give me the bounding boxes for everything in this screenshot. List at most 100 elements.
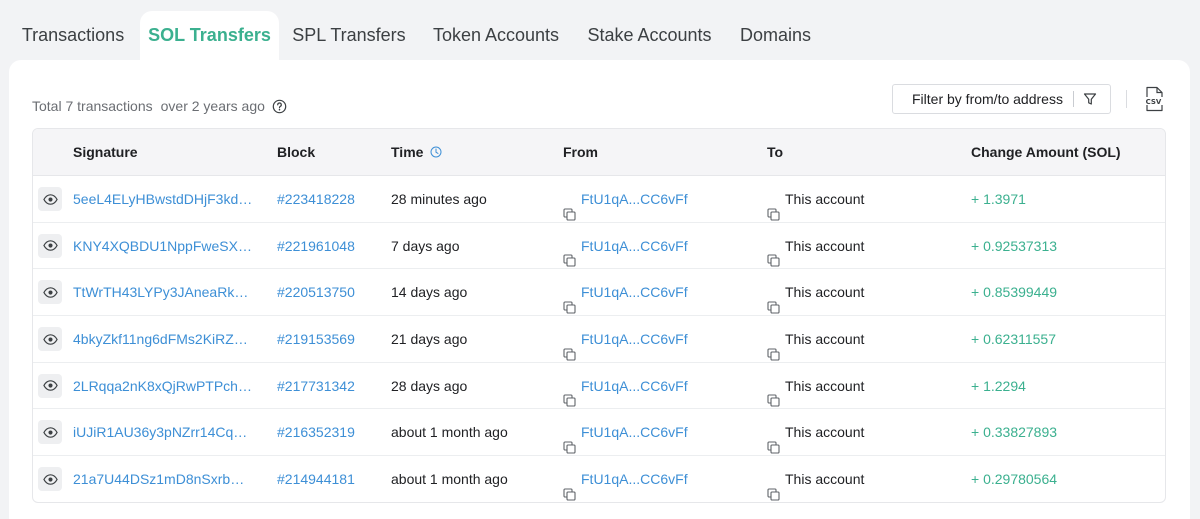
sol-transfers-panel: Total 7 transactions over 2 years ago Fi…: [9, 60, 1190, 519]
from-address: FtU1qA...CC6vFf: [563, 456, 688, 502]
time-value: 14 days ago: [391, 284, 468, 301]
csv-file-icon: CSV: [1140, 86, 1168, 116]
change-amount: + 0.92537313: [971, 237, 1058, 254]
eye-icon[interactable]: [38, 233, 62, 258]
tab-sol-transfers[interactable]: SOL Transfers: [140, 11, 279, 60]
to-address: This account: [767, 409, 864, 455]
time-value: 7 days ago: [391, 237, 460, 254]
copy-icon[interactable]: [563, 333, 576, 361]
copy-icon[interactable]: [767, 473, 780, 501]
header-block: Block: [277, 144, 316, 160]
copy-icon[interactable]: [563, 473, 576, 501]
header-to: To: [767, 144, 784, 160]
block-link[interactable]: #220513750: [277, 269, 355, 315]
header-from: From: [563, 144, 598, 160]
block-link[interactable]: #217731342: [277, 363, 355, 409]
to-label: This account: [785, 191, 865, 207]
eye-icon[interactable]: [38, 280, 62, 305]
address-filter-input[interactable]: Filter by from/to address: [892, 84, 1111, 114]
copy-icon[interactable]: [563, 379, 576, 407]
time-value: 21 days ago: [391, 331, 468, 348]
eye-icon[interactable]: [38, 327, 62, 352]
from-address-link[interactable]: FtU1qA...CC6vFf: [581, 363, 688, 409]
block-link[interactable]: #219153569: [277, 316, 355, 362]
copy-icon[interactable]: [767, 426, 780, 454]
tab-domains[interactable]: Domains: [728, 11, 823, 60]
filter-placeholder: Filter by from/to address: [912, 91, 1063, 107]
table-row: 4bkyZkf11ng6dFMs2KiRZeY... #219153569 21…: [33, 316, 1165, 363]
block-link[interactable]: #216352319: [277, 409, 355, 455]
from-address-link[interactable]: FtU1qA...CC6vFf: [581, 223, 688, 269]
sol-transfers-table: Signature Block Time From To Change Amou…: [32, 128, 1166, 503]
to-address: This account: [767, 316, 864, 362]
copy-icon[interactable]: [767, 379, 780, 407]
to-address: This account: [767, 223, 864, 269]
signature-link[interactable]: 5eeL4ELyHBwstdDHjF3kdYq...: [73, 176, 253, 222]
time-value: about 1 month ago: [391, 471, 508, 488]
funnel-icon[interactable]: [1083, 92, 1097, 106]
from-address: FtU1qA...CC6vFf: [563, 363, 688, 409]
from-address-link[interactable]: FtU1qA...CC6vFf: [581, 409, 688, 455]
eye-icon[interactable]: [38, 373, 62, 398]
table-row: 5eeL4ELyHBwstdDHjF3kdYq... #223418228 28…: [33, 176, 1165, 223]
header-time[interactable]: Time: [391, 129, 442, 176]
time-value: 28 days ago: [391, 377, 468, 394]
from-address-link[interactable]: FtU1qA...CC6vFf: [581, 456, 688, 502]
eye-icon[interactable]: [38, 420, 62, 445]
eye-icon[interactable]: [38, 187, 62, 211]
to-label: This account: [785, 284, 865, 301]
to-label: This account: [785, 471, 865, 488]
time-value: 28 minutes ago: [391, 191, 487, 207]
from-address: FtU1qA...CC6vFf: [563, 409, 688, 455]
change-amount: + 1.3971: [971, 191, 1026, 207]
table-row: KNY4XQBDU1NppFweSXYR... #221961048 7 day…: [33, 223, 1165, 270]
transaction-summary: Total 7 transactions over 2 years ago: [32, 98, 287, 114]
help-circle-icon[interactable]: [272, 99, 287, 114]
copy-icon[interactable]: [767, 239, 780, 267]
signature-link[interactable]: KNY4XQBDU1NppFweSXYR...: [73, 223, 253, 269]
to-address: This account: [767, 363, 864, 409]
tab-transactions[interactable]: Transactions: [10, 11, 136, 60]
signature-link[interactable]: 21a7U44DSz1mD8nSxrbCQv...: [73, 456, 253, 502]
copy-icon[interactable]: [767, 193, 780, 221]
block-link[interactable]: #221961048: [277, 223, 355, 269]
tab-token-accounts[interactable]: Token Accounts: [421, 11, 571, 60]
time-span: over 2 years ago: [160, 98, 265, 114]
copy-icon[interactable]: [563, 193, 576, 221]
to-label: This account: [785, 424, 865, 441]
copy-icon[interactable]: [767, 286, 780, 314]
signature-link[interactable]: iUJiR1AU36y3pNZrr14Cqx7Z...: [73, 409, 253, 455]
copy-icon[interactable]: [767, 333, 780, 361]
filter-divider: [1072, 91, 1074, 107]
from-address-link[interactable]: FtU1qA...CC6vFf: [581, 176, 688, 222]
header-signature: Signature: [73, 144, 138, 160]
from-address: FtU1qA...CC6vFf: [563, 269, 688, 315]
table-row: iUJiR1AU36y3pNZrr14Cqx7Z... #216352319 a…: [33, 409, 1165, 457]
header-time-label: Time: [391, 144, 424, 160]
signature-link[interactable]: TtWrTH43LYPy3JAneaRkEF8...: [73, 269, 253, 315]
copy-icon[interactable]: [563, 239, 576, 267]
block-link[interactable]: #223418228: [277, 176, 355, 222]
copy-icon[interactable]: [563, 426, 576, 454]
header-amount: Change Amount (SOL): [971, 144, 1121, 160]
table-row: TtWrTH43LYPy3JAneaRkEF8... #220513750 14…: [33, 269, 1165, 317]
export-csv-button[interactable]: CSV: [1126, 86, 1168, 112]
tab-bar: Transactions SOL Transfers SPL Transfers…: [0, 0, 1200, 60]
copy-icon[interactable]: [563, 286, 576, 314]
block-link[interactable]: #214944181: [277, 456, 355, 502]
clock-icon[interactable]: [430, 130, 442, 158]
svg-text:CSV: CSV: [1146, 98, 1162, 106]
change-amount: + 0.33827893: [971, 424, 1058, 441]
to-label: This account: [785, 331, 865, 348]
signature-link[interactable]: 2LRqqa2nK8xQjRwPTPchK6...: [73, 363, 253, 409]
signature-link[interactable]: 4bkyZkf11ng6dFMs2KiRZeY...: [73, 316, 253, 362]
tab-stake-accounts[interactable]: Stake Accounts: [578, 11, 721, 60]
total-count: Total 7 transactions: [32, 98, 153, 114]
from-address-link[interactable]: FtU1qA...CC6vFf: [581, 269, 688, 315]
table-row: 21a7U44DSz1mD8nSxrbCQv... #214944181 abo…: [33, 456, 1165, 502]
from-address-link[interactable]: FtU1qA...CC6vFf: [581, 316, 688, 362]
eye-icon[interactable]: [38, 467, 62, 492]
tab-spl-transfers[interactable]: SPL Transfers: [283, 11, 415, 60]
toolbar-divider: [1126, 90, 1127, 108]
to-label: This account: [785, 377, 865, 394]
